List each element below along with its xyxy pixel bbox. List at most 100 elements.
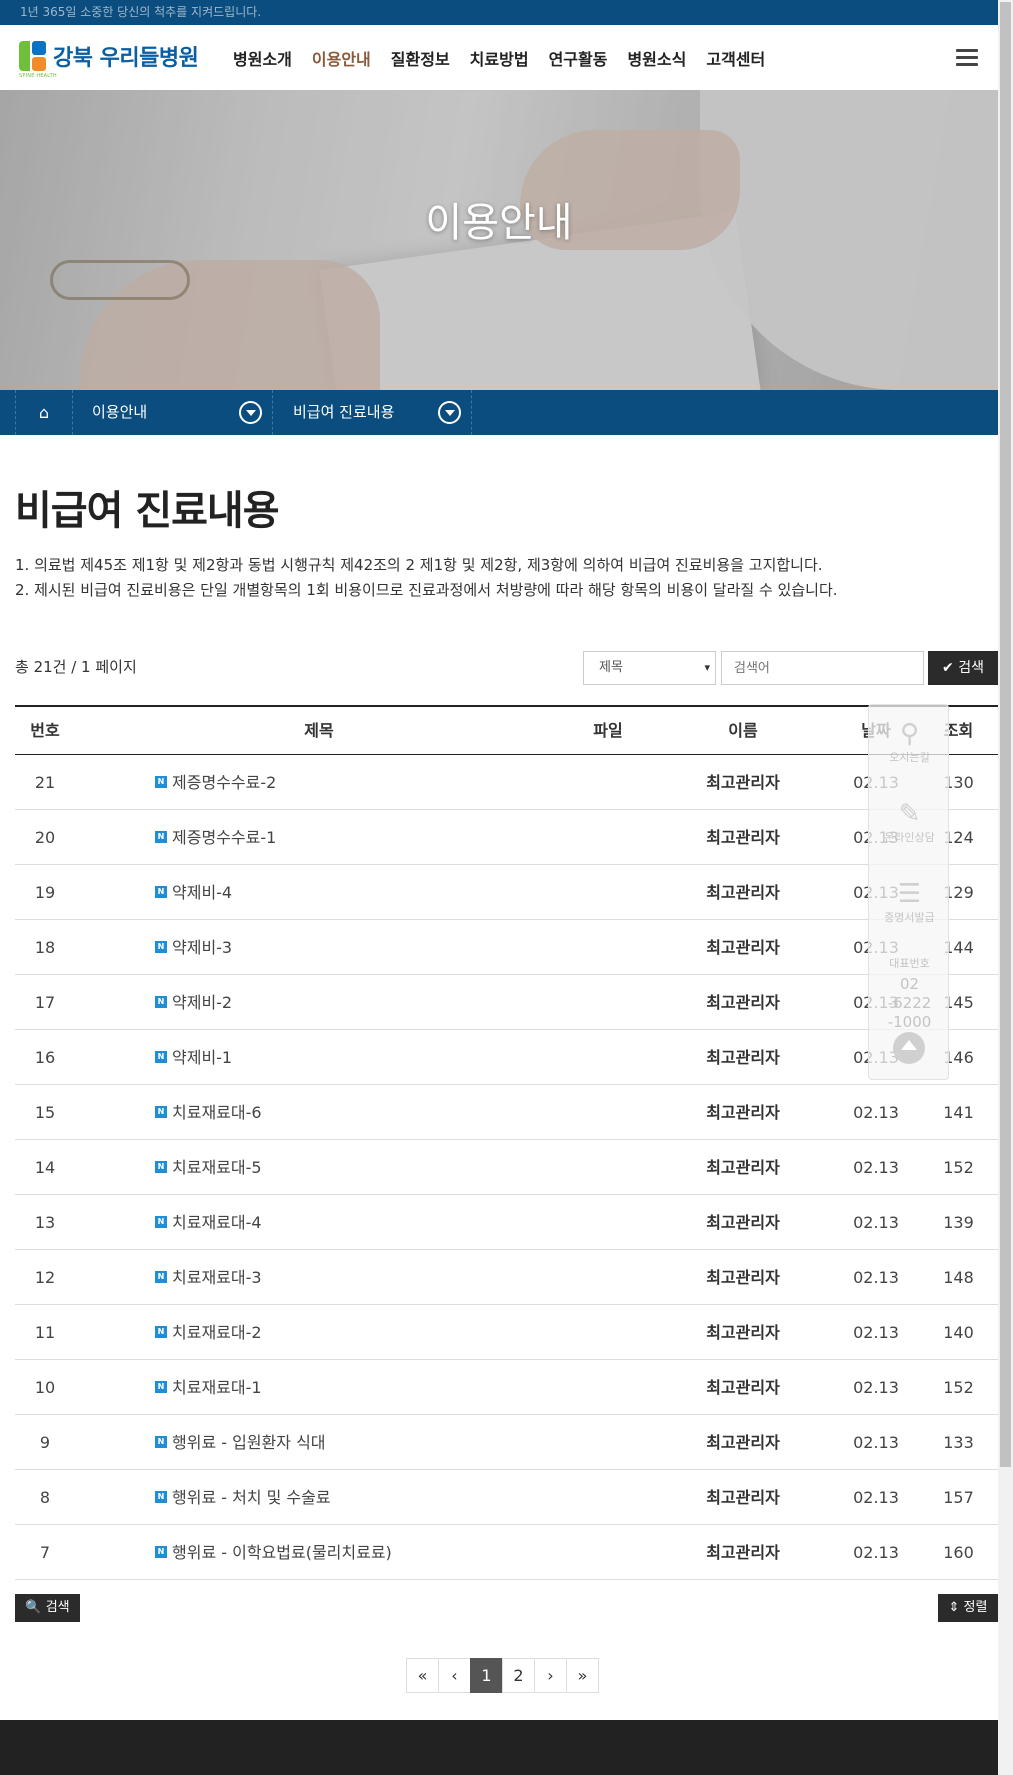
row-date: 02.13 [853, 1488, 899, 1507]
row-num: 13 [34, 1213, 56, 1232]
quick-phone-label: 대표번호 [889, 957, 930, 970]
table-row[interactable]: 18N약제비-3최고관리자02.13144 [15, 920, 998, 975]
row-title-cell: N 행위료 - 이학요법료(물리치료료) [75, 1525, 563, 1579]
hamburger-menu-icon[interactable] [956, 49, 978, 67]
table-row[interactable]: 13 N 치료재료대-4 최고관리자 02.13 139 [15, 1195, 998, 1250]
quick-consult[interactable]: ✎ 온라인상담 [869, 799, 950, 845]
scrollbar[interactable] [998, 0, 1013, 1775]
row-title-link[interactable]: 약제비-1 [172, 1048, 232, 1067]
row-date: 02.13 [853, 1323, 899, 1342]
row-hits: 148 [943, 1268, 974, 1287]
table-row[interactable]: 10 N 치료재료대-1 최고관리자 02.13 152 [15, 1360, 998, 1415]
logo-text: 강북 우리들병원 [53, 46, 199, 71]
result-count: 총 21건 / 1 페이지 [15, 658, 137, 676]
page-last-button[interactable]: » [566, 1658, 599, 1693]
sort-button[interactable]: ⇕ 정렬 [938, 1594, 998, 1622]
map-pin-icon: ⚲ [899, 719, 920, 749]
new-badge-icon: N [155, 885, 167, 898]
page-next-button[interactable]: › [534, 1658, 567, 1693]
page-title: 비급여 진료내용 [15, 488, 280, 534]
phone-part-3: -1000 [887, 1013, 932, 1031]
table-row[interactable]: 20N제증명수수료-1최고관리자02.13124 [15, 810, 998, 865]
row-title-link[interactable]: 치료재료대-3 [172, 1268, 262, 1287]
search-field-select[interactable]: 제목 [583, 651, 716, 685]
row-title-link[interactable]: 약제비-2 [172, 993, 232, 1012]
row-title-link[interactable]: 행위료 - 처치 및 수술료 [172, 1488, 331, 1507]
row-title-cell: N 치료재료대-4 [75, 1195, 563, 1249]
site-logo[interactable]: SPINE HEALTH 강북 우리들병원 [19, 38, 199, 79]
quick-certificate[interactable]: ☰ 증명서발급 [869, 879, 950, 925]
main-nav: 병원소개 이용안내 질환정보 치료방법 연구활동 병원소식 고객센터 [233, 25, 785, 90]
header-title[interactable]: 제목 [75, 707, 563, 754]
breadcrumb-level1[interactable]: 이용안내 [72, 390, 272, 435]
new-badge-icon: N [155, 1050, 167, 1063]
table-row[interactable]: 19N약제비-4최고관리자02.13129 [15, 865, 998, 920]
row-author: 최고관리자 [706, 828, 780, 847]
chevron-down-icon[interactable] [438, 401, 461, 424]
new-badge-icon: N [155, 1325, 167, 1338]
quick-directions[interactable]: ⚲ 오시는길 [869, 719, 950, 765]
row-file [563, 1195, 653, 1249]
row-title-link[interactable]: 치료재료대-6 [172, 1103, 262, 1122]
header-name[interactable]: 이름 [653, 707, 833, 754]
row-title-cell: N 약제비-4 [75, 865, 563, 919]
table-row[interactable]: 8 N 행위료 - 처치 및 수술료 최고관리자 02.13 157 [15, 1470, 998, 1525]
table-row[interactable]: 21N제증명수수료-2최고관리자02.13130 [15, 755, 998, 810]
nav-item-customer-center[interactable]: 고객센터 [706, 46, 765, 70]
row-title-link[interactable]: 약제비-3 [172, 938, 232, 957]
row-title-cell: N 행위료 - 처치 및 수술료 [75, 1470, 563, 1524]
chevron-down-icon[interactable] [239, 401, 262, 424]
header-num[interactable]: 번호 [15, 707, 75, 754]
row-hits: 152 [943, 1158, 974, 1177]
row-title-link[interactable]: 행위료 - 입원환자 식대 [172, 1433, 326, 1452]
nav-item-about[interactable]: 병원소개 [233, 46, 292, 70]
nav-item-guide[interactable]: 이용안내 [312, 46, 371, 70]
scroll-top-icon[interactable] [893, 1032, 925, 1064]
row-num: 14 [34, 1158, 56, 1177]
logo-subtext: SPINE HEALTH [19, 72, 57, 79]
table-row[interactable]: 15 N 치료재료대-6 최고관리자 02.13 141 [15, 1085, 998, 1140]
row-file [563, 1030, 653, 1084]
row-title-link[interactable]: 행위료 - 이학요법료(물리치료료) [172, 1543, 392, 1562]
scrollbar-thumb[interactable] [1000, 2, 1011, 1467]
row-title-link[interactable]: 약제비-4 [172, 883, 232, 902]
row-author: 최고관리자 [706, 1543, 780, 1562]
table-row[interactable]: 16N약제비-1최고관리자02.13146 [15, 1030, 998, 1085]
row-title-link[interactable]: 치료재료대-1 [172, 1378, 262, 1397]
nav-item-treatment[interactable]: 치료방법 [470, 46, 529, 70]
row-hits: 157 [943, 1488, 974, 1507]
breadcrumb-level2[interactable]: 비급여 진료내용 [272, 390, 472, 435]
table-row[interactable]: 11 N 치료재료대-2 최고관리자 02.13 140 [15, 1305, 998, 1360]
page-first-button[interactable]: « [406, 1658, 439, 1693]
page-2-button[interactable]: 2 [502, 1658, 535, 1693]
row-title-cell: N 약제비-3 [75, 920, 563, 974]
row-title-link[interactable]: 치료재료대-4 [172, 1213, 262, 1232]
row-file [563, 1470, 653, 1524]
page-prev-button[interactable]: ‹ [438, 1658, 471, 1693]
row-title-link[interactable]: 제증명수수료-1 [172, 828, 276, 847]
header-file[interactable]: 파일 [563, 707, 653, 754]
nav-item-news[interactable]: 병원소식 [627, 46, 686, 70]
bottom-search-button[interactable]: 🔍 검색 [15, 1594, 80, 1622]
row-title-link[interactable]: 치료재료대-2 [172, 1323, 262, 1342]
search-button[interactable]: ✔ 검색 [928, 651, 998, 685]
page-1-button[interactable]: 1 [470, 1658, 503, 1693]
table-row[interactable]: 7 N 행위료 - 이학요법료(물리치료료) 최고관리자 02.13 160 [15, 1525, 998, 1580]
table-row[interactable]: 17N약제비-2최고관리자02.13145 [15, 975, 998, 1030]
home-icon[interactable]: ⌂ [15, 390, 72, 435]
search-input[interactable] [721, 651, 924, 685]
new-badge-icon: N [155, 995, 167, 1008]
row-num: 11 [34, 1323, 56, 1342]
nav-item-research[interactable]: 연구활동 [549, 46, 608, 70]
pencil-icon: ✎ [898, 799, 921, 829]
row-hits: 152 [943, 1378, 974, 1397]
row-title-cell: N 제증명수수료-2 [75, 755, 563, 809]
row-author: 최고관리자 [706, 773, 780, 792]
nav-item-disease-info[interactable]: 질환정보 [391, 46, 450, 70]
row-title-link[interactable]: 치료재료대-5 [172, 1158, 262, 1177]
table-row[interactable]: 12 N 치료재료대-3 최고관리자 02.13 148 [15, 1250, 998, 1305]
row-title-link[interactable]: 제증명수수료-2 [172, 773, 276, 792]
table-row[interactable]: 9 N 행위료 - 입원환자 식대 최고관리자 02.13 133 [15, 1415, 998, 1470]
table-row[interactable]: 14 N 치료재료대-5 최고관리자 02.13 152 [15, 1140, 998, 1195]
new-badge-icon: N [155, 775, 167, 788]
